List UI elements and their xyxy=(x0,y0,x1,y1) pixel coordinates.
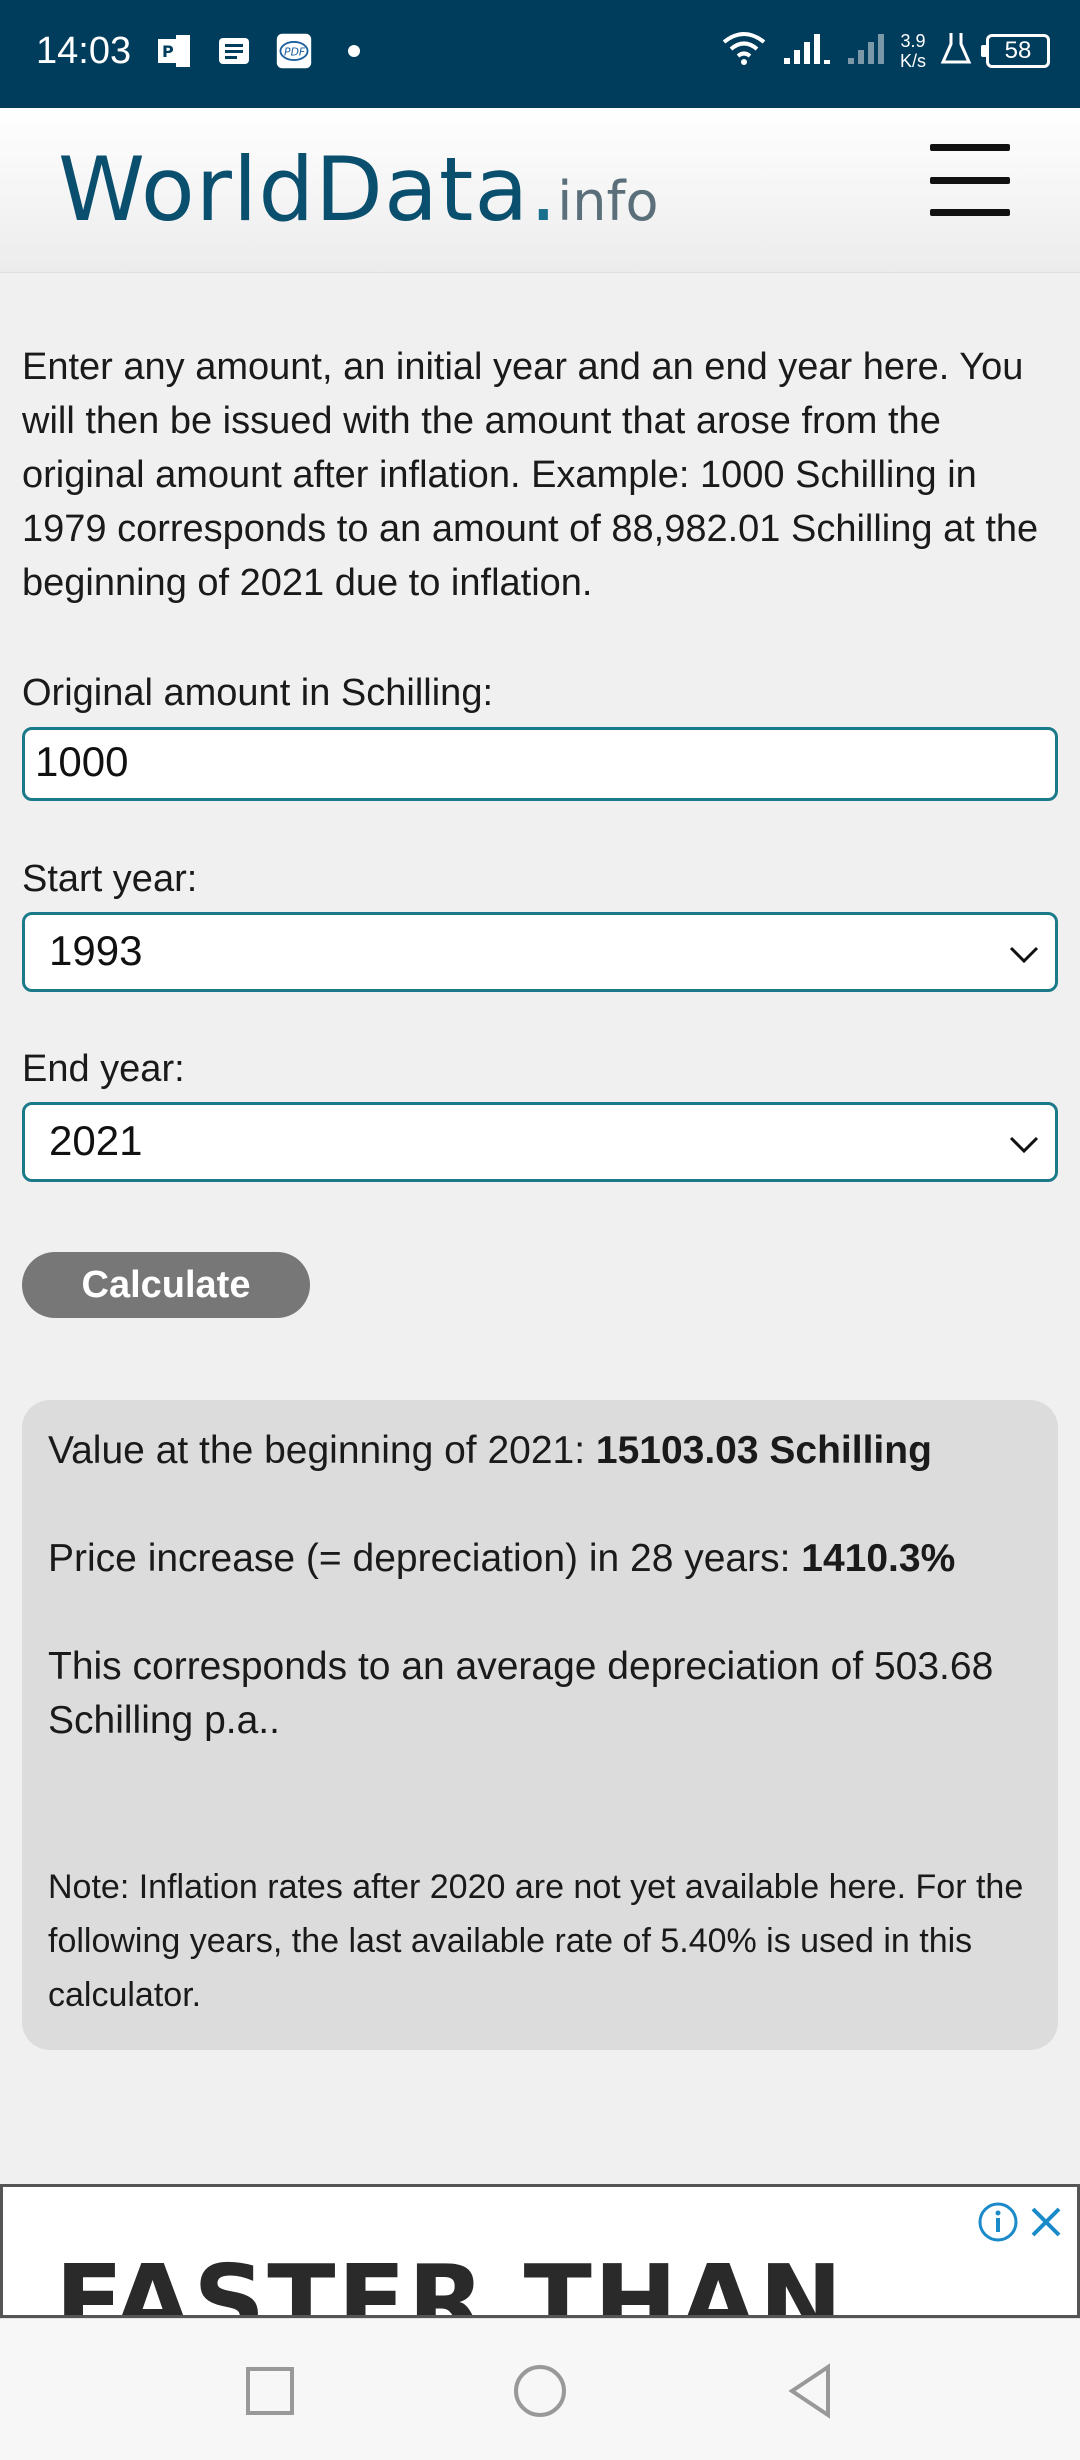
result-increase-line: Price increase (= depreciation) in 28 ye… xyxy=(48,1532,955,1586)
end-year-select[interactable]: 2021 xyxy=(22,1102,1058,1182)
result-value-prefix: Value at the beginning of 2021: xyxy=(48,1429,596,1472)
result-value-amount: 15103.03 Schilling xyxy=(595,1429,932,1472)
home-circle-icon[interactable] xyxy=(510,2361,570,2421)
result-note: Note: Inflation rates after 2020 are not… xyxy=(48,1868,1024,2014)
signal-icon-2 xyxy=(846,30,886,71)
status-notification-icons: P PDF xyxy=(155,32,373,70)
calculator-content: Enter any amount, an initial year and an… xyxy=(22,340,1058,610)
result-value-line: Value at the beginning of 2021: 15103.03… xyxy=(48,1424,932,1478)
amount-input-value: 1000 xyxy=(35,738,129,785)
result-average-text: This corresponds to an average depreciat… xyxy=(48,1645,994,1742)
intro-text: Enter any amount, an initial year and an… xyxy=(22,346,1039,604)
battery-icon: 58 xyxy=(981,33,1050,68)
office-icon: P xyxy=(155,32,193,70)
dot-icon xyxy=(335,32,373,70)
hamburger-icon[interactable] xyxy=(930,140,1010,220)
status-system-icons: 3.9 K/s 58 xyxy=(720,28,1050,73)
status-bar: 14:03 P PDF 3.9 K/s 58 xyxy=(0,0,1080,108)
system-nav-bar xyxy=(0,2318,1080,2460)
recents-square-icon[interactable] xyxy=(240,2361,300,2421)
ad-headline: FASTER THAN xyxy=(55,2243,845,2318)
wifi-icon xyxy=(720,28,768,73)
svg-text:PDF: PDF xyxy=(284,46,306,59)
start-year-label: Start year: xyxy=(22,858,198,900)
signal-icon xyxy=(782,30,832,71)
result-panel: Value at the beginning of 2021: 15103.03… xyxy=(22,1400,1058,2050)
result-increase-percent: 1410.3% xyxy=(801,1537,956,1580)
svg-text:P: P xyxy=(162,42,174,61)
pdf-icon: PDF xyxy=(275,32,313,70)
worlddata-logo[interactable]: WorldData.info xyxy=(58,138,659,241)
site-header: WorldData.info xyxy=(0,108,1080,273)
lab-icon xyxy=(940,30,972,71)
advertisement-banner[interactable]: FASTER THAN xyxy=(0,2184,1080,2318)
start-year-select[interactable]: 1993 xyxy=(22,912,1058,992)
logo-sub-text: info xyxy=(557,170,659,233)
battery-level: 58 xyxy=(1004,36,1032,64)
close-icon[interactable] xyxy=(1025,2201,1067,2243)
end-year-value: 2021 xyxy=(49,1117,143,1164)
back-triangle-icon[interactable] xyxy=(780,2361,840,2421)
result-increase-prefix: Price increase (= depreciation) in 28 ye… xyxy=(48,1537,802,1580)
status-time: 14:03 xyxy=(36,30,132,72)
message-icon xyxy=(215,32,253,70)
info-icon[interactable] xyxy=(977,2201,1019,2243)
net-speed-unit: K/s xyxy=(899,50,926,71)
net-speed: 3.9 K/s xyxy=(900,31,926,71)
start-year-value: 1993 xyxy=(49,927,143,974)
chevron-down-icon xyxy=(1009,1136,1039,1154)
content-gap xyxy=(0,2140,1080,2184)
amount-label: Original amount in Schilling: xyxy=(22,672,494,714)
chevron-down-icon xyxy=(1009,946,1039,964)
net-speed-value: 3.9 xyxy=(900,30,926,51)
logo-main-text: WorldData xyxy=(58,138,530,241)
calculate-button[interactable]: Calculate xyxy=(22,1252,310,1318)
amount-input[interactable]: 1000 xyxy=(22,727,1058,801)
end-year-label: End year: xyxy=(22,1048,185,1090)
logo-dot: . xyxy=(529,138,558,241)
